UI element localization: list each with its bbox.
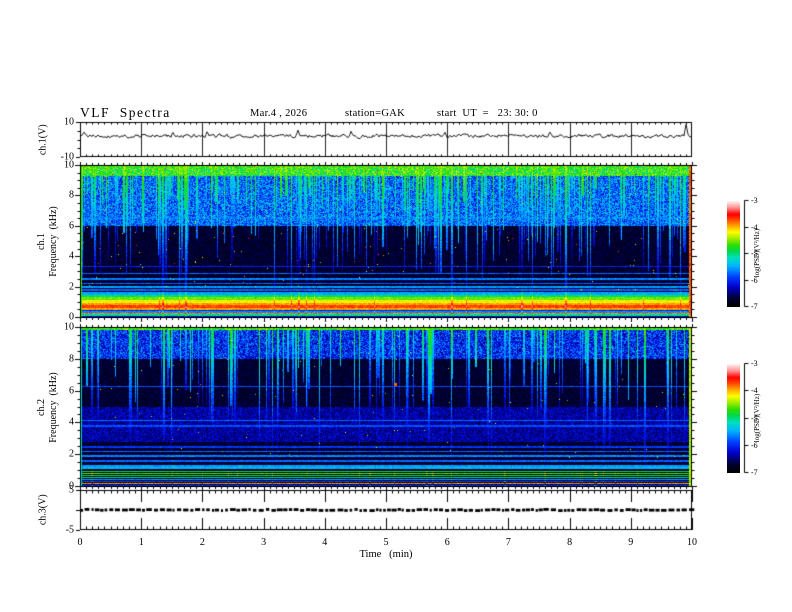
ch3-y-tick-label: -5: [65, 524, 74, 536]
freq-y-tick-label: 4: [69, 416, 74, 428]
x-tick-label: 4: [322, 537, 328, 548]
ch1-y-tick-label: 10: [64, 116, 74, 128]
x-tick-label: 9: [628, 537, 634, 548]
x-tick-label: 5: [383, 537, 389, 548]
x-tick-label: 7: [505, 537, 511, 548]
ch3-y-tick-label: 5: [69, 484, 74, 496]
freq-y-tick-label: 10: [64, 159, 74, 171]
freq-y-tick-label: 8: [69, 189, 74, 201]
colorbar-tick-label: -4: [751, 222, 758, 232]
time-axis-title: Time (min): [359, 549, 413, 560]
colorbar-tick-label: -4: [751, 386, 758, 396]
colorbar-tick-label: -7: [751, 468, 758, 477]
freq-y-tick-label: 2: [69, 281, 74, 293]
colorbar-tick-label: -6: [751, 440, 758, 450]
ch1-label: ch.1: [35, 233, 47, 250]
ch2-label: ch.2: [35, 398, 47, 416]
vlf-spectra-figure: VLF Spectra Mar.4 , 2026 station=GAK sta…: [0, 0, 792, 612]
ch1-spectrogram-image: [80, 165, 692, 318]
frequency-unit-label: Frequency (kHz): [47, 206, 58, 277]
x-tick-label: 2: [199, 537, 205, 548]
x-tick-label: 3: [261, 537, 267, 548]
date-label: Mar.4 , 2026: [250, 108, 308, 119]
freq-y-tick-label: 6: [69, 385, 74, 397]
ch1-colorbar: [727, 200, 740, 307]
colorbar-tick-label: -6: [751, 275, 758, 285]
colorbar-tick-label: -3: [751, 196, 758, 205]
ch2-frequency-axis-title: ch.2 Frequency (kHz): [30, 327, 64, 487]
freq-y-tick-label: 4: [69, 250, 74, 262]
colorbar-tick-label: -5: [751, 413, 758, 423]
x-tick-label: 8: [567, 537, 573, 548]
colorbar-tick-label: -7: [751, 302, 758, 311]
ch1-frequency-axis-title: ch.1 Frequency (kHz): [30, 165, 64, 318]
freq-y-tick-label: 8: [69, 353, 74, 365]
figure-title: VLF Spectra: [80, 105, 171, 120]
colorbar-tick-label: -3: [751, 359, 758, 368]
freq-y-tick-label: 6: [69, 220, 74, 232]
x-tick-label: 10: [687, 537, 697, 548]
x-tick-label: 0: [77, 537, 83, 548]
ch2-colorbar: [727, 363, 740, 473]
start-ut-label: start UT = 23: 30: 0: [437, 108, 538, 119]
x-tick-label: 1: [138, 537, 144, 548]
ch2-spectrogram-image: [80, 327, 692, 487]
colorbar-tick-label: -5: [751, 249, 758, 258]
freq-y-tick-label: 2: [69, 448, 74, 460]
x-tick-label: 6: [444, 537, 450, 548]
station-label: station=GAK: [345, 108, 405, 119]
frequency-unit-label: Frequency (kHz): [47, 371, 58, 443]
freq-y-tick-label: 10: [64, 321, 74, 333]
